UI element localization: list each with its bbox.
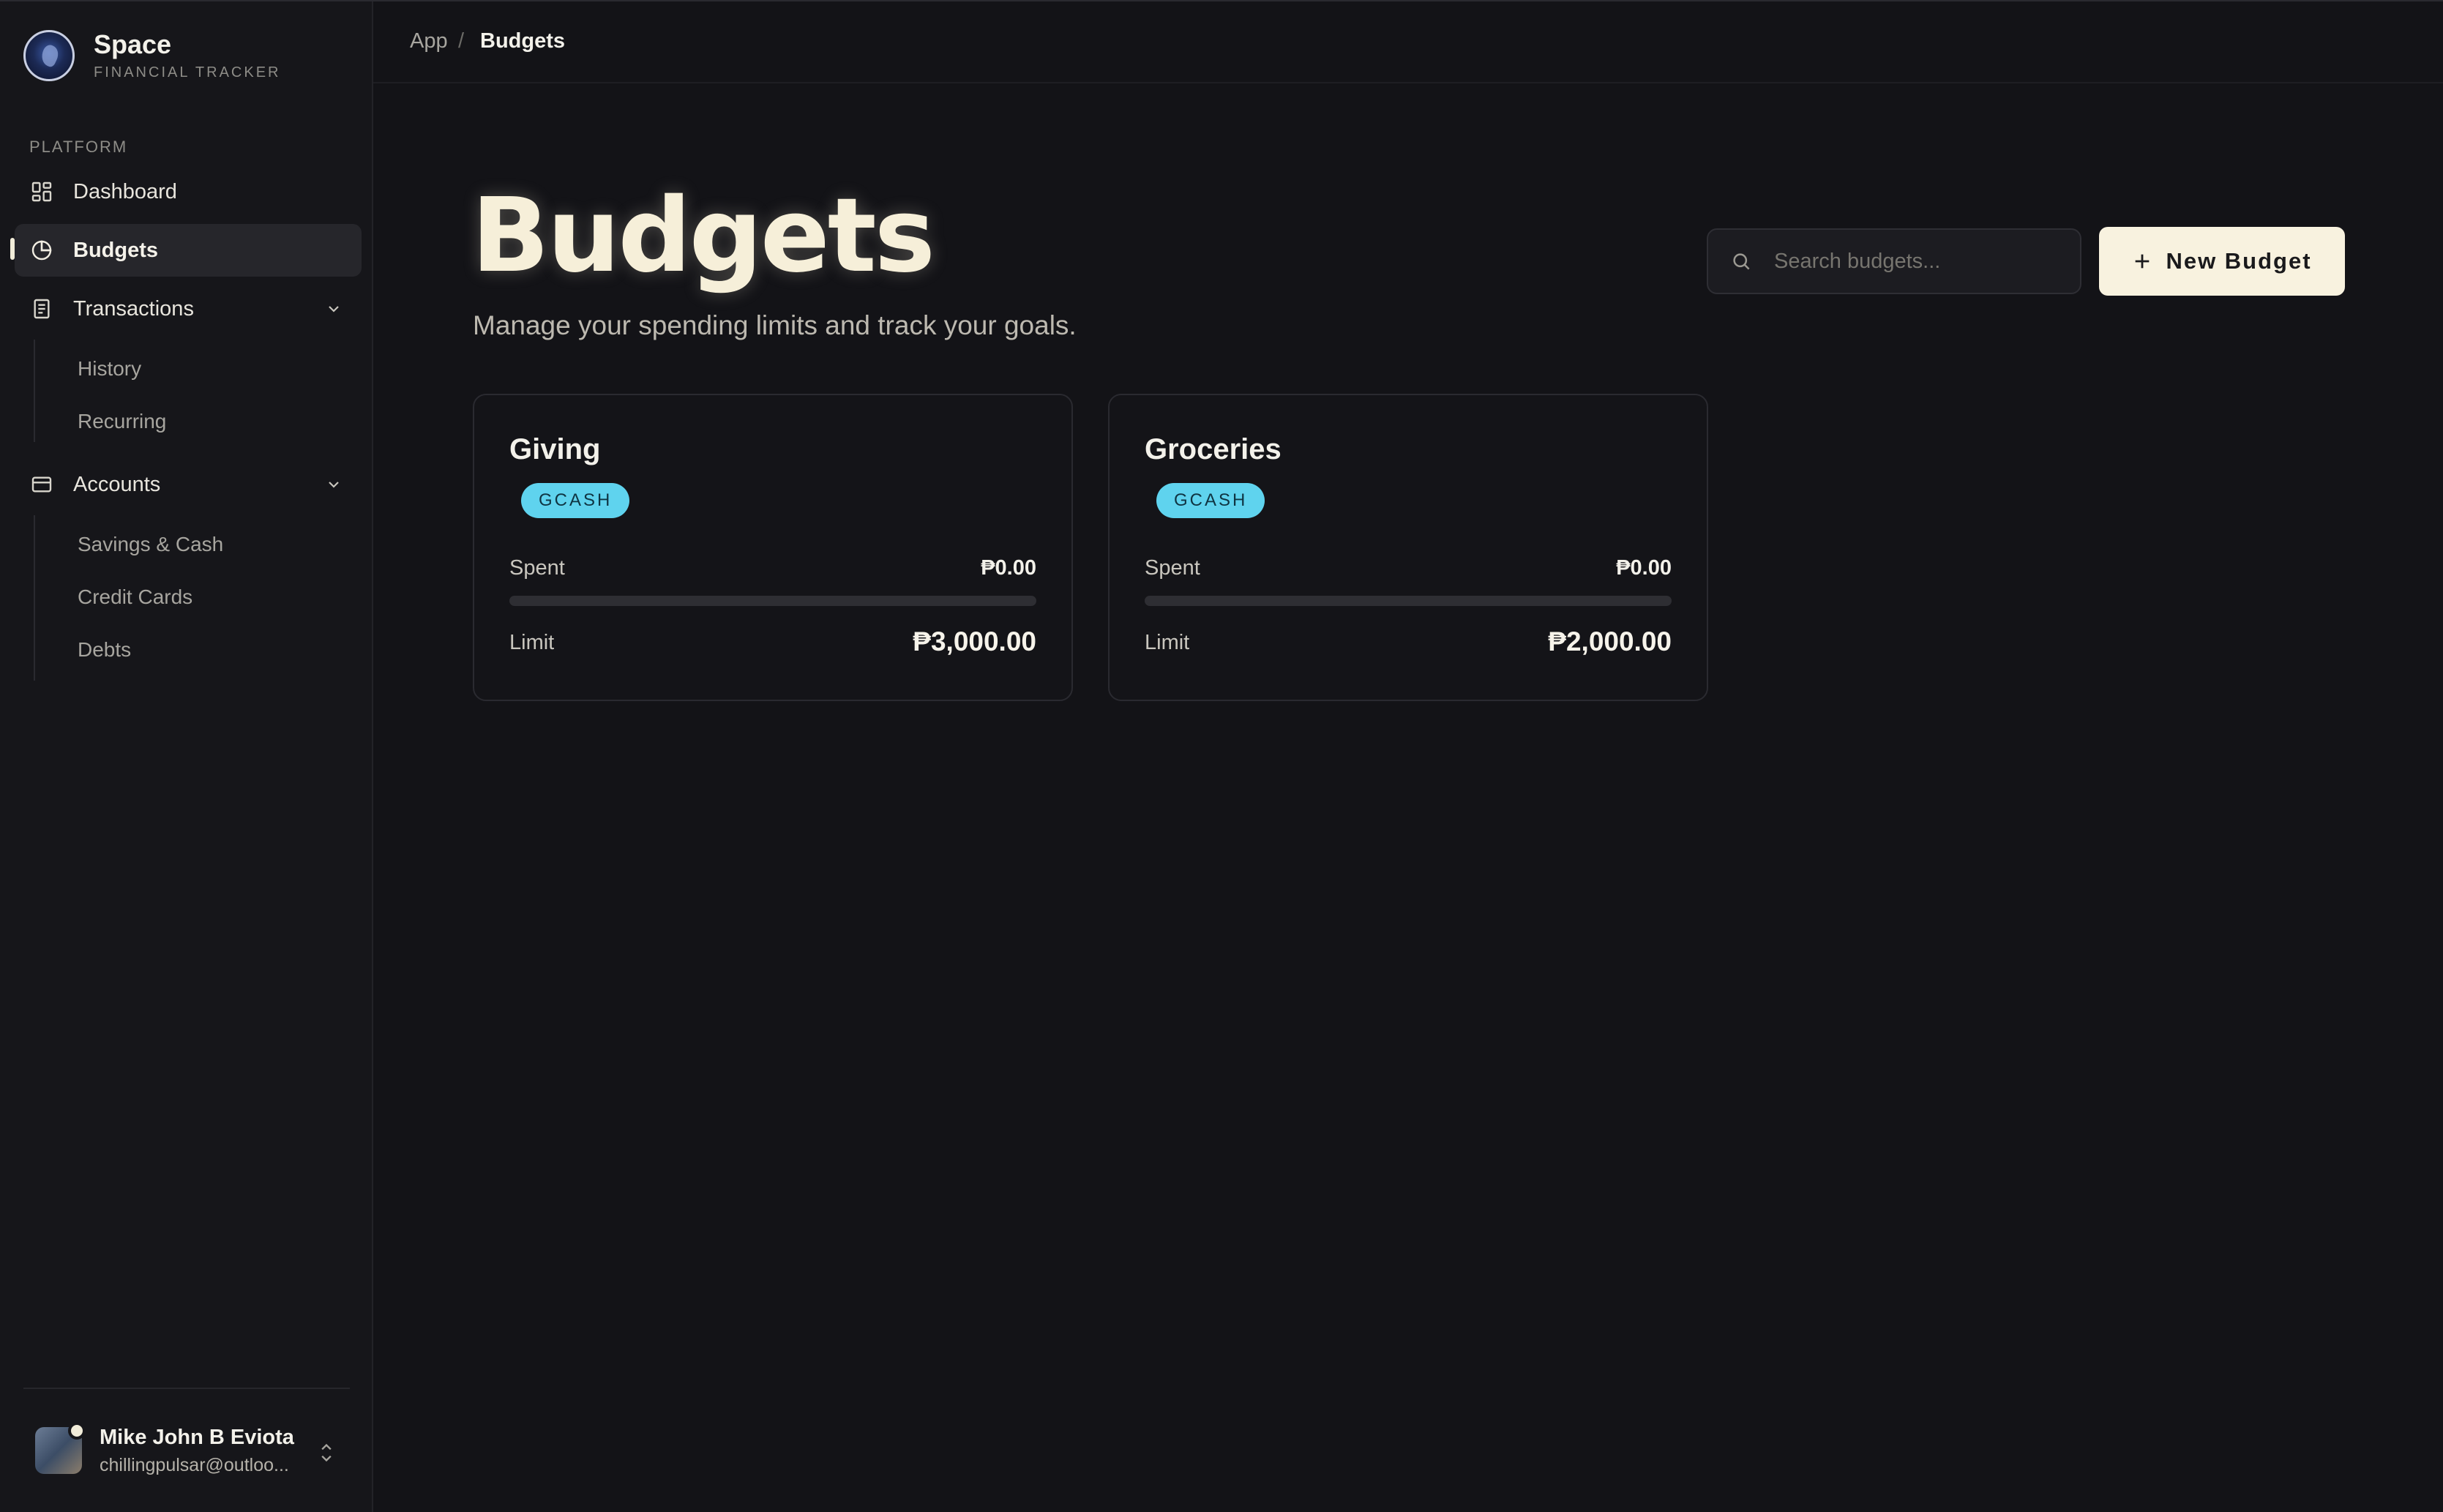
plus-icon	[2132, 251, 2152, 272]
breadcrumb-current: Budgets	[480, 29, 565, 53]
sidebar-item-label: Accounts	[73, 472, 161, 496]
limit-label: Limit	[1145, 631, 1190, 654]
spent-label: Spent	[509, 556, 565, 580]
search-icon	[1730, 249, 1755, 274]
credit-card-icon	[29, 472, 54, 497]
sidebar-subitem-history[interactable]: History	[78, 354, 141, 383]
sidebar-subitem-debts[interactable]: Debts	[78, 635, 131, 665]
sidebar-item-accounts[interactable]: Accounts	[15, 458, 362, 511]
budget-progress-bar	[509, 596, 1036, 606]
page-subtitle: Manage your spending limits and track yo…	[473, 310, 1077, 340]
brand[interactable]: Space FINANCIAL TRACKER	[23, 29, 280, 81]
budget-card-giving[interactable]: Giving GCASH Spent ₱0.00 Limit ₱3,000.00	[473, 394, 1073, 701]
breadcrumb-separator: /	[458, 29, 465, 53]
chevron-down-icon[interactable]	[325, 300, 343, 318]
search-box[interactable]	[1707, 228, 2081, 294]
account-badge: GCASH	[521, 483, 630, 518]
accounts-subnav	[34, 515, 35, 681]
spent-value: ₱0.00	[1616, 556, 1672, 580]
account-badge: GCASH	[1156, 483, 1265, 518]
space-logo-icon	[23, 29, 75, 81]
sidebar-subitem-recurring[interactable]: Recurring	[78, 407, 166, 436]
sidebar-item-budgets[interactable]: Budgets	[15, 224, 362, 277]
spent-label: Spent	[1145, 556, 1200, 580]
sidebar-subitem-credit-cards[interactable]: Credit Cards	[78, 583, 192, 612]
budget-card-groceries[interactable]: Groceries GCASH Spent ₱0.00 Limit ₱2,000…	[1108, 394, 1708, 701]
sidebar-item-label: Dashboard	[73, 179, 177, 203]
breadcrumb-app[interactable]: App	[410, 29, 448, 53]
user-email[interactable]: chillingpulsar@outloo...	[100, 1455, 289, 1476]
sidebar-subitem-savings-cash[interactable]: Savings & Cash	[78, 530, 223, 559]
chevron-down-icon[interactable]	[325, 476, 343, 493]
receipt-icon	[29, 296, 54, 321]
search-input[interactable]	[1773, 248, 2054, 274]
new-budget-button[interactable]: New Budget	[2099, 227, 2345, 296]
sidebar-item-dashboard[interactable]: Dashboard	[15, 165, 362, 218]
sidebar: Space FINANCIAL TRACKER PLATFORM Dashboa…	[0, 1, 373, 1512]
status-dot-icon	[68, 1422, 86, 1440]
transactions-subnav	[34, 340, 35, 442]
sidebar-item-transactions[interactable]: Transactions	[15, 282, 362, 335]
user-divider	[23, 1388, 350, 1389]
top-bar: App / Budgets	[373, 1, 2443, 83]
chevrons-up-down-icon[interactable]	[316, 1440, 337, 1465]
user-name[interactable]: Mike John B Eviota	[100, 1426, 294, 1450]
limit-label: Limit	[509, 631, 555, 654]
pie-chart-icon	[29, 238, 54, 263]
budget-name: Giving	[509, 433, 601, 465]
app-subtitle: FINANCIAL TRACKER	[94, 64, 281, 81]
new-budget-label: New Budget	[2166, 248, 2312, 274]
dashboard-icon	[29, 179, 54, 204]
limit-value: ₱2,000.00	[1548, 626, 1672, 656]
sidebar-item-label: Transactions	[73, 296, 194, 321]
budget-progress-bar	[1145, 596, 1672, 606]
sidebar-section-label: PLATFORM	[29, 138, 128, 156]
budget-name: Groceries	[1145, 433, 1282, 465]
spent-value: ₱0.00	[981, 556, 1036, 580]
page-title: Budgets	[471, 176, 935, 296]
app-name: Space	[94, 29, 172, 59]
sidebar-item-label: Budgets	[73, 238, 158, 262]
limit-value: ₱3,000.00	[913, 626, 1036, 656]
